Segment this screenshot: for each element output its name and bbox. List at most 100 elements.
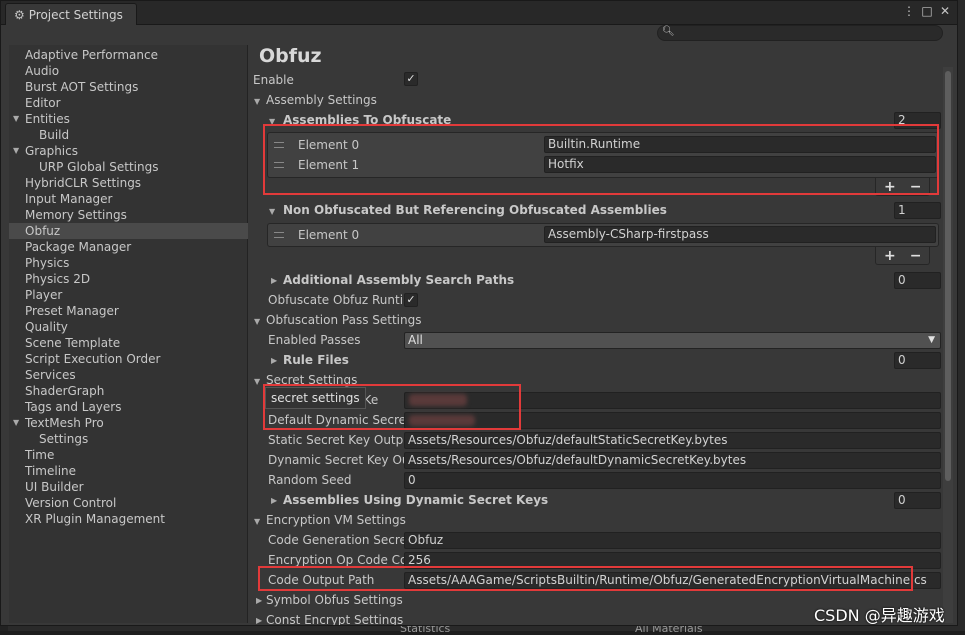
sidebar-item-quality[interactable]: Quality: [9, 319, 248, 335]
maximize-icon[interactable]: □: [921, 4, 933, 18]
foldout-arrow-icon[interactable]: ▼: [254, 317, 260, 326]
foldout-arrow-icon[interactable]: ▶: [256, 596, 262, 605]
sidebar-item-version-control[interactable]: Version Control: [9, 495, 248, 511]
dynamic-output-label: Dynamic Secret Key Ou: [268, 453, 410, 467]
caret-down-icon[interactable]: ▼: [13, 143, 19, 159]
foldout-arrow-icon[interactable]: ▼: [269, 207, 275, 216]
sidebar-item-time[interactable]: Time: [9, 447, 248, 463]
drag-handle-icon[interactable]: [274, 232, 284, 238]
rule-files-header[interactable]: Rule Files: [283, 351, 349, 369]
content-scrollbar[interactable]: [943, 67, 953, 623]
sidebar-item-xr-plugin[interactable]: XR Plugin Management: [9, 511, 248, 527]
obfuscate-runtime-label: Obfuscate Obfuz Runtim: [268, 293, 415, 307]
plus-icon[interactable]: +: [884, 248, 896, 264]
foldout-arrow-icon[interactable]: ▼: [254, 517, 260, 526]
enabled-passes-dropdown[interactable]: All ▼: [404, 332, 941, 349]
sidebar-item-services[interactable]: Services: [9, 367, 248, 383]
sidebar-item-preset-manager[interactable]: Preset Manager: [9, 303, 248, 319]
sidebar-item-audio[interactable]: Audio: [9, 63, 248, 79]
secret-settings-tooltip: secret settings: [265, 387, 366, 409]
sidebar-item-burst-aot[interactable]: Burst AOT Settings: [9, 79, 248, 95]
project-settings-tab[interactable]: ⚙ Project Settings: [5, 3, 137, 25]
close-icon[interactable]: ✕: [939, 4, 951, 18]
checkmark-icon: ✓: [406, 293, 416, 306]
sidebar-item-package-manager[interactable]: Package Manager: [9, 239, 248, 255]
sidebar-item-player[interactable]: Player: [9, 287, 248, 303]
sidebar-item-input-manager[interactable]: Input Manager: [9, 191, 248, 207]
sidebar-item-tags-and-layers[interactable]: Tags and Layers: [9, 399, 248, 415]
sidebar-item-adaptive-performance[interactable]: Adaptive Performance: [9, 47, 248, 63]
foldout-arrow-icon[interactable]: ▼: [254, 97, 260, 106]
kebab-menu-icon[interactable]: ⋮: [903, 4, 915, 18]
search-icon: 🔍︎: [662, 26, 675, 37]
sidebar-item-memory-settings[interactable]: Memory Settings: [9, 207, 248, 223]
sidebar-item-hybridclr[interactable]: HybridCLR Settings: [9, 175, 248, 191]
settings-sidebar: Adaptive Performance Audio Burst AOT Set…: [9, 45, 248, 623]
element-label: Element 0: [298, 228, 360, 242]
sidebar-item-label: Input Manager: [25, 192, 113, 206]
rule-files-count[interactable]: 0: [894, 352, 941, 369]
sidebar-item-label: Build: [39, 128, 70, 142]
sidebar-item-label: Physics 2D: [25, 272, 91, 286]
sidebar-item-timeline[interactable]: Timeline: [9, 463, 248, 479]
sidebar-item-label: Services: [25, 368, 76, 382]
highlight-code-output-path: [258, 566, 913, 591]
search-input[interactable]: 🔍︎: [657, 25, 943, 41]
dynamic-output-field[interactable]: Assets/Resources/Obfuz/defaultDynamicSec…: [404, 452, 941, 469]
caret-down-icon[interactable]: ▼: [13, 415, 19, 431]
enabled-passes-label: Enabled Passes: [268, 333, 361, 347]
minus-icon[interactable]: −: [910, 248, 922, 264]
sidebar-item-label: Entities: [25, 112, 70, 126]
sidebar-item-label: Settings: [39, 432, 89, 446]
checkmark-icon: ✓: [406, 72, 416, 85]
const-encrypt-header[interactable]: Const Encrypt Settings: [266, 611, 403, 625]
foldout-arrow-icon[interactable]: ▶: [271, 276, 277, 285]
foldout-arrow-icon[interactable]: ▶: [256, 616, 262, 625]
foldout-arrow-icon[interactable]: ▶: [271, 496, 277, 505]
sidebar-item-shadergraph[interactable]: ShaderGraph: [9, 383, 248, 399]
obfuscation-pass-header[interactable]: Obfuscation Pass Settings: [266, 311, 421, 329]
non-obfuscated-count[interactable]: 1: [894, 202, 941, 219]
sidebar-item-physics[interactable]: Physics: [9, 255, 248, 271]
sidebar-item-label: Scene Template: [25, 336, 121, 350]
sidebar-item-editor[interactable]: Editor: [9, 95, 248, 111]
list-add-remove: + −: [875, 247, 931, 265]
sidebar-item-textmesh-pro[interactable]: ▼ TextMesh Pro: [9, 415, 248, 431]
sidebar-item-label: Physics: [25, 256, 70, 270]
additional-search-paths-header[interactable]: Additional Assembly Search Paths: [283, 271, 514, 289]
dynamic-assemblies-header[interactable]: Assemblies Using Dynamic Secret Keys: [283, 491, 548, 509]
foldout-arrow-icon[interactable]: ▼: [254, 377, 260, 386]
encryption-vm-header[interactable]: Encryption VM Settings: [266, 511, 406, 529]
sidebar-item-ui-builder[interactable]: UI Builder: [9, 479, 248, 495]
foldout-arrow-icon[interactable]: ▶: [271, 356, 277, 365]
sidebar-item-graphics[interactable]: ▼ Graphics: [9, 143, 248, 159]
enable-checkbox[interactable]: ✓: [404, 72, 418, 86]
page-title: Obfuz: [259, 45, 322, 67]
caret-down-icon[interactable]: ▼: [13, 111, 19, 127]
non-obfuscated-header[interactable]: Non Obfuscated But Referencing Obfuscate…: [283, 201, 667, 219]
sidebar-item-label: Timeline: [25, 464, 77, 478]
assembly-settings-header[interactable]: Assembly Settings: [266, 91, 377, 109]
non-obfuscated-element-0-field[interactable]: Assembly-CSharp-firstpass: [544, 226, 936, 243]
sidebar-item-label: Package Manager: [25, 240, 132, 254]
obfuscate-runtime-checkbox[interactable]: ✓: [404, 293, 418, 307]
sidebar-item-tmp-settings[interactable]: Settings: [9, 431, 248, 447]
dynamic-assemblies-count[interactable]: 0: [894, 492, 941, 509]
sidebar-item-label: XR Plugin Management: [25, 512, 165, 526]
sidebar-item-build[interactable]: Build: [9, 127, 248, 143]
static-output-field[interactable]: Assets/Resources/Obfuz/defaultStaticSecr…: [404, 432, 941, 449]
scrollbar-thumb[interactable]: [945, 71, 951, 481]
gear-icon: ⚙: [14, 7, 25, 22]
sidebar-item-scene-template[interactable]: Scene Template: [9, 335, 248, 351]
symbol-obfus-header[interactable]: Symbol Obfus Settings: [266, 591, 403, 609]
sidebar-item-urp-global[interactable]: URP Global Settings: [9, 159, 248, 175]
random-seed-field[interactable]: 0: [404, 472, 941, 489]
sidebar-item-label: Quality: [25, 320, 68, 334]
sidebar-item-physics-2d[interactable]: Physics 2D: [9, 271, 248, 287]
sidebar-item-script-execution-order[interactable]: Script Execution Order: [9, 351, 248, 367]
sidebar-item-label: Preset Manager: [25, 304, 119, 318]
sidebar-item-entities[interactable]: ▼ Entities: [9, 111, 248, 127]
code-generation-field[interactable]: Obfuz: [404, 532, 941, 549]
additional-search-paths-count[interactable]: 0: [894, 272, 941, 289]
sidebar-item-obfuz[interactable]: Obfuz: [9, 223, 248, 239]
